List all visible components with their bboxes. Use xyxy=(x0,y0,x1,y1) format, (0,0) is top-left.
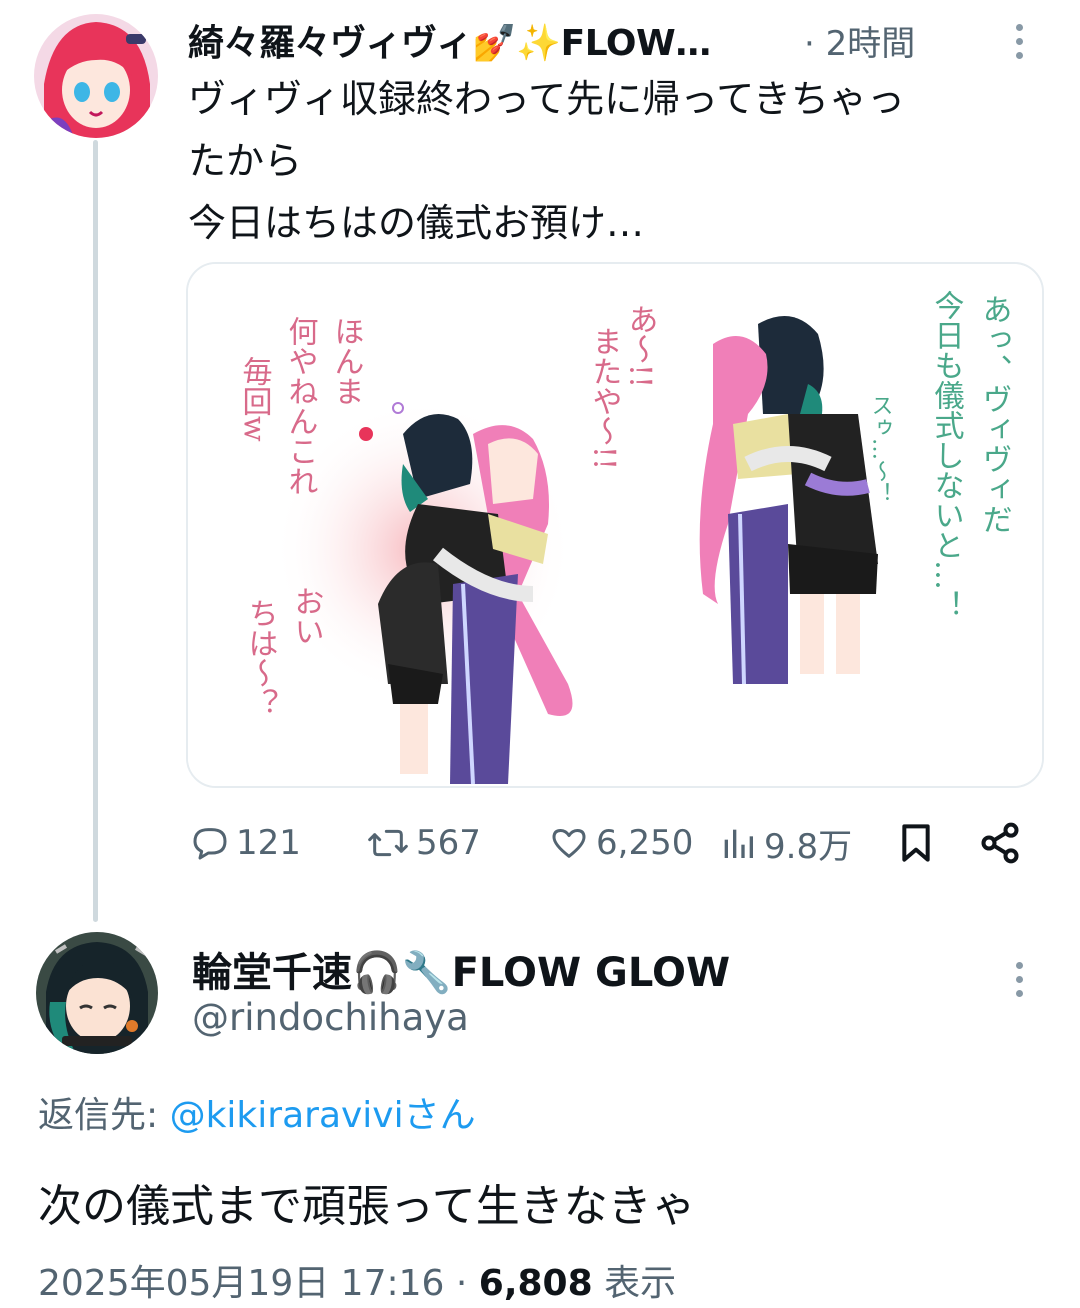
thread-connector xyxy=(93,140,98,922)
reply-author-handle[interactable]: @rindochihaya xyxy=(192,996,469,1039)
reply-to-prefix: 返信先: xyxy=(38,1095,170,1136)
handwriting-avivi: あっ、ヴィヴィだ xyxy=(977,294,1012,534)
handwriting-mataya: またや〜!! xyxy=(587,326,622,470)
more-options-icon[interactable] xyxy=(1016,962,1023,997)
share-button[interactable] xyxy=(978,818,1022,868)
retweet-icon xyxy=(368,829,408,857)
handwriting-aa: あ〜!! xyxy=(623,304,658,388)
author-avatar[interactable] xyxy=(34,14,158,138)
views-count: 9.8万 xyxy=(764,826,853,867)
reply-to-mention-link[interactable]: @kikiraraviviさん xyxy=(170,1095,476,1136)
more-options-icon[interactable] xyxy=(1016,24,1023,59)
tweet-views-count: 6,808 xyxy=(478,1263,593,1304)
bookmark-button[interactable] xyxy=(896,818,936,868)
tweet-text-line: ヴィヴィ収録終わって先に帰ってきちゃっ xyxy=(188,77,906,121)
views-bar-chart-icon xyxy=(724,829,753,858)
tweet-datetime[interactable]: 2025年05月19日 17:16 · xyxy=(38,1263,479,1304)
handwriting-oi: おい xyxy=(289,586,324,646)
reply-to-line: 返信先: @kikiraraviviさん xyxy=(38,1086,476,1138)
reply-tweet-text: 次の儀式まで頑張って生きなきゃ xyxy=(38,1181,696,1232)
reply-icon xyxy=(193,828,227,860)
handwriting-naniyanenkore: 何やねんこれ xyxy=(283,316,318,496)
handwriting-suu: スゥ…〜！ xyxy=(868,394,893,504)
like-button[interactable]: 6,250 xyxy=(548,818,693,868)
avatar-image xyxy=(34,14,158,138)
bookmark-icon xyxy=(902,824,930,862)
handwriting-chiha: ちは〜？ xyxy=(243,598,278,718)
reply-button[interactable]: 121 xyxy=(190,818,301,868)
author-name[interactable]: 綺々羅々ヴィヴィ💅✨FLOW… xyxy=(188,14,711,66)
tweet-metadata: 2025年05月19日 17:16 · 6,808 表示 xyxy=(38,1254,676,1306)
handwriting-kyoumogishiki: 今日も儀式しないと…！ xyxy=(929,290,965,620)
retweet-button[interactable]: 567 xyxy=(366,818,481,868)
share-icon xyxy=(981,822,1019,864)
retweet-count: 567 xyxy=(416,823,481,863)
handwriting-honma: ほんま xyxy=(329,316,364,406)
reply-author-avatar[interactable] xyxy=(36,932,158,1054)
tweet-media-image[interactable]: ほんま 何やねんこれ 毎回w おい ちは〜？ あ〜!! またや〜!! あっ、ヴィ… xyxy=(186,262,1044,788)
avatar-image xyxy=(36,932,158,1054)
views-button[interactable]: 9.8万 xyxy=(718,818,852,868)
tweet-text: ヴィヴィ収録終わって先に帰ってきちゃっ たから 今日はちはの儀式お預け… xyxy=(188,68,1048,254)
tweet-text-line: たから xyxy=(188,139,303,183)
reply-author-name[interactable]: 輪堂千速🎧🔧FLOW GLOW xyxy=(192,940,730,998)
tweet-action-bar: 121 567 6,250 9.8万 xyxy=(0,818,1080,868)
like-count: 6,250 xyxy=(596,823,694,863)
tweet-time[interactable]: · 2時間 xyxy=(804,16,915,65)
heart-icon xyxy=(552,829,586,858)
tweet-views-label: 表示 xyxy=(592,1263,677,1304)
handwriting-maikai: 毎回w xyxy=(237,356,272,442)
tweet-text-line: 今日はちはの儀式お預け… xyxy=(188,201,645,245)
reply-count: 121 xyxy=(236,823,301,863)
